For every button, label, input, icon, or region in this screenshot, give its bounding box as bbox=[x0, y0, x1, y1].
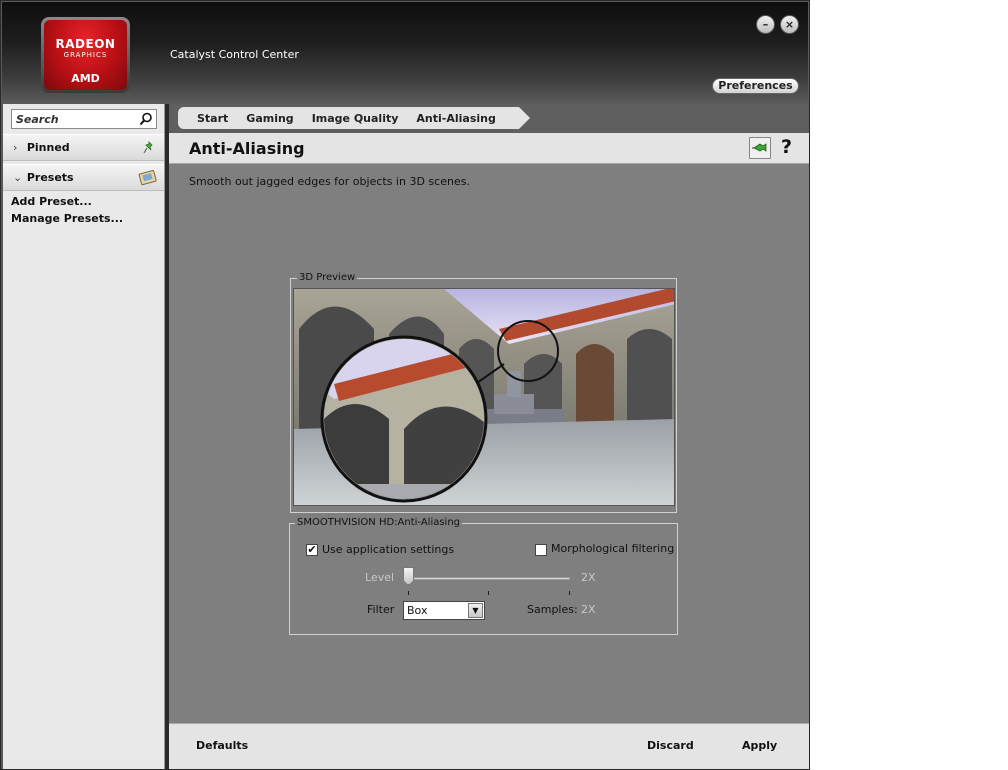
pin-icon bbox=[752, 143, 767, 152]
presets-icon bbox=[138, 170, 157, 186]
sidebar-item-label: Pinned bbox=[26, 141, 70, 154]
samples-value: 2X bbox=[581, 603, 596, 616]
logo-text-graphics: GRAPHICS bbox=[63, 51, 108, 59]
breadcrumb-image-quality[interactable]: Image Quality bbox=[303, 112, 408, 125]
add-preset-link[interactable]: Add Preset... bbox=[11, 195, 92, 208]
logo-text-amd: AMD bbox=[71, 72, 100, 85]
pin-page-button[interactable] bbox=[749, 137, 771, 159]
breadcrumb-anti-aliasing[interactable]: Anti-Aliasing bbox=[407, 112, 504, 125]
morphological-filtering-checkbox[interactable] bbox=[535, 544, 547, 556]
chevron-down-icon: ⌄ bbox=[13, 171, 23, 184]
samples-label: Samples: bbox=[527, 603, 578, 616]
defaults-button[interactable]: Defaults bbox=[196, 739, 248, 752]
page-title: Anti-Aliasing bbox=[189, 139, 305, 158]
footer-bar: Defaults Discard Apply bbox=[169, 723, 809, 769]
radeon-logo: RADEON GRAPHICS AMD bbox=[41, 17, 130, 93]
filter-selected-value: Box bbox=[407, 604, 428, 617]
sidebar-item-pinned[interactable]: › Pinned bbox=[3, 134, 164, 161]
3d-preview-image bbox=[293, 288, 675, 506]
sidebar-item-presets[interactable]: ⌄ Presets bbox=[3, 164, 164, 191]
sidebar: › Pinned ⌄ Presets Add Preset... Manage … bbox=[3, 104, 165, 769]
breadcrumb-start[interactable]: Start bbox=[188, 112, 237, 125]
level-value: 2X bbox=[581, 571, 596, 584]
use-application-settings-label[interactable]: Use application settings bbox=[322, 543, 454, 556]
preview-legend: 3D Preview bbox=[297, 272, 358, 283]
filter-dropdown[interactable]: Box ▼ bbox=[403, 601, 485, 620]
minimize-button[interactable]: – bbox=[756, 15, 775, 34]
slider-tick bbox=[488, 591, 489, 595]
level-slider-thumb[interactable] bbox=[403, 567, 414, 585]
slider-tick bbox=[408, 591, 409, 595]
discard-button[interactable]: Discard bbox=[647, 739, 694, 752]
chevron-right-icon: › bbox=[13, 141, 18, 154]
smoothvision-legend: SMOOTHVISION HD:Anti-Aliasing bbox=[295, 517, 463, 528]
app-title: Catalyst Control Center bbox=[170, 48, 299, 61]
close-button[interactable]: × bbox=[780, 15, 799, 34]
header-bar: RADEON GRAPHICS AMD Catalyst Control Cen… bbox=[2, 2, 808, 103]
app-window: RADEON GRAPHICS AMD Catalyst Control Cen… bbox=[0, 0, 810, 770]
preferences-button[interactable]: Preferences bbox=[712, 78, 799, 94]
page-title-bar: Anti-Aliasing ? bbox=[169, 133, 809, 164]
page-description: Smooth out jagged edges for objects in 3… bbox=[189, 175, 470, 188]
slider-tick bbox=[569, 591, 570, 595]
use-application-settings-checkbox[interactable]: ✔ bbox=[306, 544, 318, 556]
apply-button[interactable]: Apply bbox=[742, 739, 777, 752]
logo-text-radeon: RADEON bbox=[55, 37, 116, 51]
manage-presets-link[interactable]: Manage Presets... bbox=[11, 212, 123, 225]
level-label: Level bbox=[365, 571, 395, 584]
filter-label: Filter bbox=[367, 603, 395, 616]
smoothvision-group: SMOOTHVISION HD:Anti-Aliasing ✔ Use appl… bbox=[289, 517, 678, 635]
breadcrumb: Start Gaming Image Quality Anti-Aliasing bbox=[178, 107, 530, 129]
level-slider-track[interactable] bbox=[407, 577, 570, 580]
search-icon[interactable] bbox=[139, 112, 153, 126]
morphological-filtering-label[interactable]: Morphological filtering bbox=[551, 542, 674, 555]
preview-group: 3D Preview bbox=[290, 272, 677, 513]
main-content: Start Gaming Image Quality Anti-Aliasing… bbox=[169, 104, 809, 769]
breadcrumb-gaming[interactable]: Gaming bbox=[237, 112, 302, 125]
chevron-down-icon[interactable]: ▼ bbox=[468, 603, 483, 618]
search-box[interactable] bbox=[11, 109, 157, 129]
breadcrumb-bar: Start Gaming Image Quality Anti-Aliasing bbox=[169, 104, 809, 133]
pin-icon bbox=[143, 141, 153, 154]
sidebar-item-label: Presets bbox=[26, 171, 74, 184]
search-input[interactable] bbox=[12, 110, 136, 128]
help-icon[interactable]: ? bbox=[781, 136, 792, 158]
